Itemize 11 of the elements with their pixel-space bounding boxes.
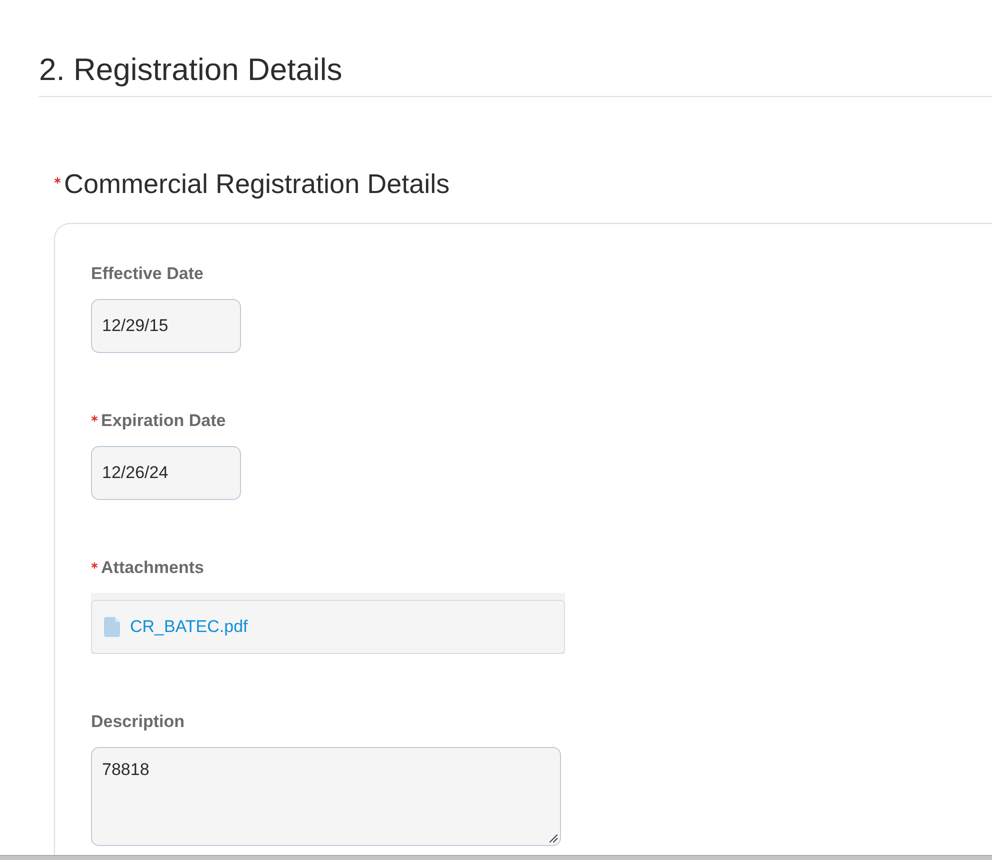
date-field[interactable]: 12/29/15 (91, 299, 241, 353)
field-label: Expiration Date (101, 411, 226, 431)
section-title: 2. Registration Details (39, 53, 342, 87)
document-icon (104, 617, 120, 637)
field-label: Description (91, 712, 185, 732)
field-label: Attachments (101, 558, 204, 578)
date-field[interactable]: 12/26/24 (91, 446, 241, 500)
resize-handle-icon (549, 834, 558, 843)
subsection-title: Commercial Registration Details (64, 168, 450, 200)
field-label: Effective Date (91, 264, 204, 284)
description-field[interactable]: 78818 (91, 747, 561, 846)
